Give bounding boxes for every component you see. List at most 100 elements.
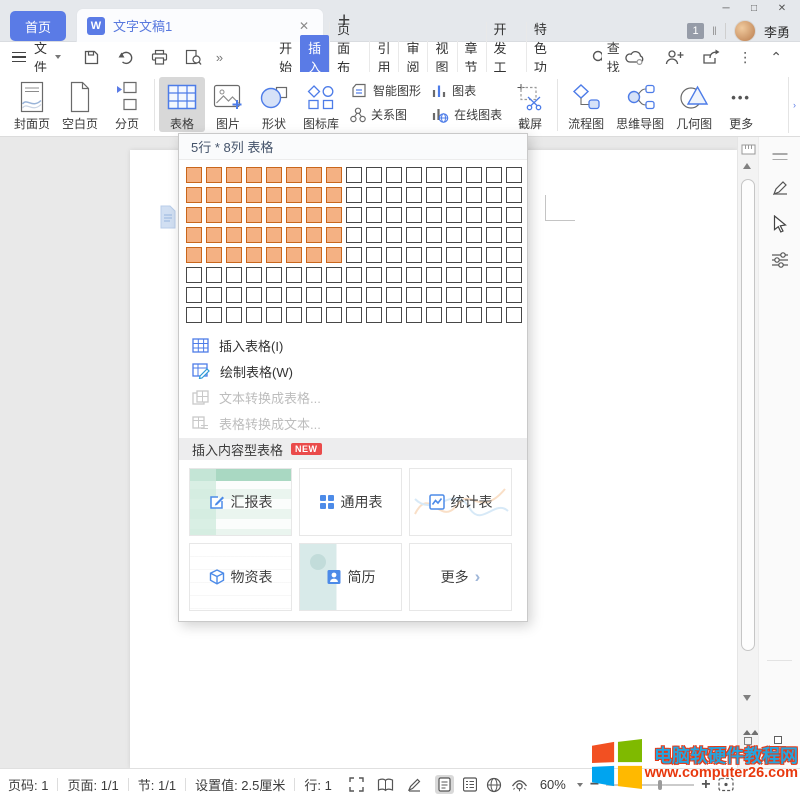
print-icon[interactable] [151, 49, 168, 66]
grid-cell-2x5[interactable] [266, 187, 282, 203]
collapse-ribbon-icon[interactable]: ⌃ [770, 49, 782, 66]
grid-cell-5x17[interactable] [506, 247, 522, 263]
page-number-status[interactable]: 页码: 1 [8, 775, 48, 794]
margin-setting-status[interactable]: 设置值: 2.5厘米 [195, 775, 285, 794]
grid-cell-7x16[interactable] [486, 287, 502, 303]
line-status[interactable]: 行: 1 [304, 775, 331, 794]
cover-page-button[interactable]: 封面页 [8, 77, 56, 132]
mind-map-button[interactable]: 思维导图 [610, 77, 670, 132]
grid-cell-1x15[interactable] [466, 167, 482, 183]
more-templates-card[interactable]: 更多 › [409, 543, 512, 611]
home-tab[interactable]: 首页 [10, 11, 66, 41]
table-button[interactable]: 表格 [159, 77, 205, 132]
grid-cell-7x12[interactable] [406, 287, 422, 303]
grid-cell-1x17[interactable] [506, 167, 522, 183]
grid-cell-6x12[interactable] [406, 267, 422, 283]
invite-user-icon[interactable] [664, 49, 684, 65]
grid-cell-6x3[interactable] [226, 267, 242, 283]
general-table-card[interactable]: 通用表 [299, 468, 402, 536]
grid-cell-5x2[interactable] [206, 247, 222, 263]
grid-cell-7x4[interactable] [246, 287, 262, 303]
icon-library-button[interactable]: 图标库 [297, 77, 345, 132]
grid-cell-5x6[interactable] [286, 247, 302, 263]
grid-cell-4x8[interactable] [326, 227, 342, 243]
grid-cell-1x1[interactable] [186, 167, 202, 183]
print-preview-icon[interactable] [185, 49, 202, 66]
grid-cell-4x13[interactable] [426, 227, 442, 243]
shapes-button[interactable]: 形状 [251, 77, 297, 132]
grid-cell-5x5[interactable] [266, 247, 282, 263]
save-icon[interactable] [83, 49, 100, 66]
grid-cell-8x2[interactable] [206, 307, 222, 323]
grid-cell-8x15[interactable] [466, 307, 482, 323]
grid-cell-3x14[interactable] [446, 207, 462, 223]
dock-icon[interactable]: ‖ [712, 24, 717, 38]
grid-cell-7x17[interactable] [506, 287, 522, 303]
grid-cell-1x8[interactable] [326, 167, 342, 183]
minimize-button[interactable]: ─ [712, 0, 740, 17]
grid-cell-6x9[interactable] [346, 267, 362, 283]
grid-cell-6x5[interactable] [266, 267, 282, 283]
previous-page-icon[interactable] [743, 713, 759, 731]
grid-cell-4x5[interactable] [266, 227, 282, 243]
task-count-badge[interactable]: 1 [687, 23, 704, 39]
grid-cell-2x10[interactable] [366, 187, 382, 203]
grid-cell-6x14[interactable] [446, 267, 462, 283]
close-button[interactable]: ✕ [768, 0, 796, 17]
read-mode-icon[interactable] [377, 778, 394, 792]
maximize-button[interactable]: □ [740, 0, 768, 17]
undo-icon[interactable] [117, 49, 134, 66]
smart-graphics-button[interactable]: 智能图形 [350, 82, 421, 99]
grid-cell-3x8[interactable] [326, 207, 342, 223]
grid-cell-8x9[interactable] [346, 307, 362, 323]
grid-cell-5x3[interactable] [226, 247, 242, 263]
user-name[interactable]: 李勇 [764, 22, 790, 41]
grid-cell-1x16[interactable] [486, 167, 502, 183]
grid-cell-2x6[interactable] [286, 187, 302, 203]
draw-table-item[interactable]: 绘制表格(W) [179, 358, 527, 384]
grid-cell-7x11[interactable] [386, 287, 402, 303]
zoom-slider[interactable] [606, 784, 694, 786]
hamburger-icon[interactable] [12, 52, 26, 63]
grid-cell-7x3[interactable] [226, 287, 242, 303]
vertical-scrollbar[interactable] [737, 137, 758, 768]
grid-cell-4x12[interactable] [406, 227, 422, 243]
write-mode-icon[interactable] [407, 777, 422, 792]
grid-cell-3x2[interactable] [206, 207, 222, 223]
grid-cell-2x14[interactable] [446, 187, 462, 203]
page-break-button[interactable]: 分页 [104, 77, 150, 132]
grid-cell-7x7[interactable] [306, 287, 322, 303]
grid-cell-1x6[interactable] [286, 167, 302, 183]
relation-chart-button[interactable]: 关系图 [350, 106, 421, 123]
grid-cell-3x5[interactable] [266, 207, 282, 223]
zoom-out-button[interactable]: − [590, 776, 599, 794]
grid-cell-2x13[interactable] [426, 187, 442, 203]
grid-cell-5x1[interactable] [186, 247, 202, 263]
grid-cell-5x7[interactable] [306, 247, 322, 263]
grid-cell-4x3[interactable] [226, 227, 242, 243]
grid-cell-2x12[interactable] [406, 187, 422, 203]
grid-cell-4x16[interactable] [486, 227, 502, 243]
grid-cell-6x1[interactable] [186, 267, 202, 283]
outline-view-icon[interactable] [463, 777, 477, 792]
fit-page-icon[interactable] [718, 777, 734, 792]
ribbon-expand-icon[interactable]: › [788, 77, 800, 133]
search-box[interactable]: 查找 [592, 38, 624, 76]
grid-cell-5x4[interactable] [246, 247, 262, 263]
grid-cell-1x12[interactable] [406, 167, 422, 183]
scroll-up-icon[interactable] [743, 163, 751, 169]
grid-cell-6x8[interactable] [326, 267, 342, 283]
grid-cell-5x9[interactable] [346, 247, 362, 263]
grid-cell-3x13[interactable] [426, 207, 442, 223]
grid-cell-8x8[interactable] [326, 307, 342, 323]
grid-cell-1x5[interactable] [266, 167, 282, 183]
grid-cell-2x15[interactable] [466, 187, 482, 203]
grid-cell-4x9[interactable] [346, 227, 362, 243]
grid-cell-2x16[interactable] [486, 187, 502, 203]
grid-cell-2x8[interactable] [326, 187, 342, 203]
cloud-sync-icon[interactable] [624, 49, 646, 65]
grid-cell-6x6[interactable] [286, 267, 302, 283]
grid-cell-7x1[interactable] [186, 287, 202, 303]
more-tools-button[interactable]: ••• 更多 [718, 77, 764, 132]
share-icon[interactable] [702, 49, 720, 65]
